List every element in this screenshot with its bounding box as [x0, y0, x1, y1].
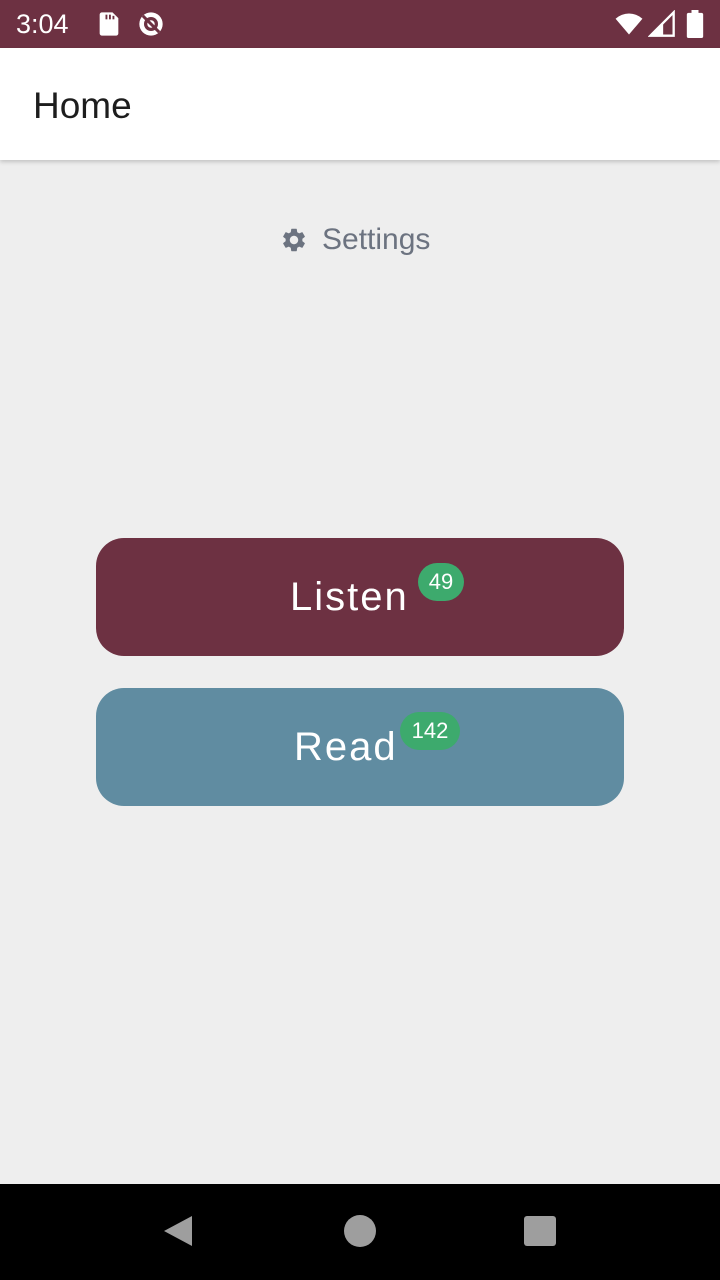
settings-label: Settings — [322, 223, 431, 256]
gear-icon — [283, 228, 305, 252]
back-icon[interactable] — [162, 1214, 194, 1248]
settings-link[interactable]: Settings — [280, 218, 430, 262]
cell-signal-icon — [648, 10, 675, 37]
listen-count-badge: 49 — [418, 563, 464, 601]
status-time: 3:04 — [16, 9, 69, 39]
listen-button[interactable]: Listen 49 — [96, 538, 624, 656]
battery-icon — [686, 10, 704, 38]
listen-label: Listen — [290, 575, 409, 619]
read-count-badge: 142 — [400, 712, 460, 750]
home-icon[interactable] — [344, 1215, 376, 1247]
read-label: Read — [294, 725, 398, 769]
sd-card-icon — [99, 12, 119, 36]
page-title: Home — [33, 85, 132, 126]
do-not-disturb-icon — [139, 12, 163, 36]
status-bar: 3:04 — [0, 0, 720, 48]
read-button[interactable]: Read 142 — [96, 688, 624, 806]
wifi-icon — [615, 13, 643, 35]
recents-icon[interactable] — [524, 1216, 556, 1246]
